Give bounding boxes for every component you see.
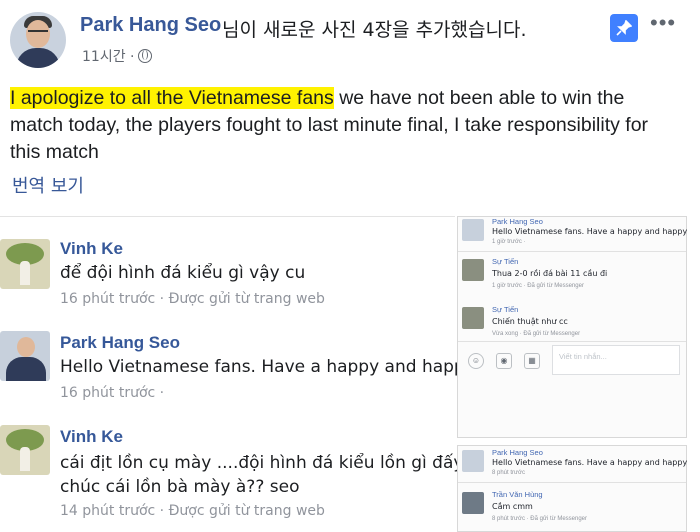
comment-meta: 14 phút trước · Được gửi từ trang web bbox=[60, 503, 325, 519]
comment-meta: 16 phút trước · bbox=[60, 385, 165, 401]
commenter-name[interactable]: Vinh Ke bbox=[60, 239, 123, 259]
message-text: Cắm cmm bbox=[492, 502, 533, 511]
message-sender: Park Hang Seo bbox=[492, 217, 543, 226]
author-avatar[interactable] bbox=[10, 12, 66, 68]
message-text: Hello Vietnamese fans. Have a happy and … bbox=[492, 458, 688, 467]
message-sender: Park Hang Seo bbox=[492, 448, 543, 457]
message-avatar bbox=[462, 259, 484, 281]
message-time: 1 giờ trước · bbox=[492, 239, 526, 245]
globe-icon bbox=[138, 49, 153, 63]
pin-icon[interactable] bbox=[610, 14, 638, 42]
message-time: 8 phút trước · Đã gửi từ Messenger bbox=[492, 516, 588, 522]
message-text: Thua 2-0 rồi đá bài 11 cầu đi bbox=[492, 269, 608, 278]
message-avatar bbox=[462, 450, 484, 472]
message-time: Vừa xong · Đã gửi từ Messenger bbox=[492, 331, 581, 337]
message-avatar bbox=[462, 492, 484, 514]
post-header-suffix: 님이 새로운 사진 4장을 추가했습니다. bbox=[222, 19, 527, 41]
see-translation-link[interactable]: 번역 보기 bbox=[12, 172, 84, 198]
commenter-name[interactable]: Park Hang Seo bbox=[60, 333, 180, 353]
messenger-screenshot-2: Park Hang Seo Hello Vietnamese fans. Hav… bbox=[457, 445, 687, 532]
commenter-avatar[interactable] bbox=[0, 425, 50, 475]
comment-meta: 16 phút trước · Được gửi từ trang web bbox=[60, 291, 325, 307]
comment-text: để đội hình đá kiểu gì vậy cu bbox=[60, 263, 306, 283]
divider bbox=[458, 251, 686, 252]
messenger-screenshot-1: Park Hang Seo Hello Vietnamese fans. Hav… bbox=[457, 216, 687, 438]
message-text: Chiến thuật như cc bbox=[492, 317, 568, 326]
commenter-avatar[interactable] bbox=[0, 239, 50, 289]
message-sender: Trần Văn Hùng bbox=[492, 490, 543, 499]
post-time[interactable]: 11시간 · bbox=[82, 49, 134, 65]
commenter-name[interactable]: Vinh Ke bbox=[60, 427, 123, 447]
post-text-highlight: I apologize to all the Vietnamese fans bbox=[10, 87, 334, 109]
comment-text-line2: chúc cái lồn bà mày à?? seo bbox=[60, 477, 300, 497]
message-sender: Sự Tiến bbox=[492, 257, 519, 266]
message-time: 8 phút trước bbox=[492, 470, 525, 476]
message-sender: Sự Tiến bbox=[492, 305, 519, 314]
comment-text: Hello Vietnamese fans. Have a happy and … bbox=[60, 357, 465, 377]
message-time: 1 giờ trước · Đã gửi từ Messenger bbox=[492, 283, 584, 289]
sticker-icon[interactable]: ▦ bbox=[524, 353, 540, 369]
more-options-icon[interactable]: ••• bbox=[650, 10, 676, 36]
comment-text: cái địt lồn cụ mày ....đội hình đá kiểu … bbox=[60, 453, 464, 473]
commenter-avatar[interactable] bbox=[0, 331, 50, 381]
emoji-icon[interactable]: ☺ bbox=[468, 353, 484, 369]
camera-icon[interactable]: ◉ bbox=[496, 353, 512, 369]
divider bbox=[458, 341, 686, 342]
message-input[interactable]: Viết tin nhắn... bbox=[552, 345, 680, 375]
divider bbox=[458, 482, 686, 483]
author-name[interactable]: Park Hang Seo bbox=[80, 14, 221, 37]
message-avatar bbox=[462, 307, 484, 329]
message-avatar bbox=[462, 219, 484, 241]
message-input-placeholder: Viết tin nhắn... bbox=[559, 352, 607, 361]
post-meta: 11시간 · bbox=[82, 46, 153, 66]
message-text: Hello Vietnamese fans. Have a happy and … bbox=[492, 227, 688, 236]
comments-screenshot: Vinh Ke để đội hình đá kiểu gì vậy cu 16… bbox=[0, 216, 465, 531]
post-text: I apologize to all the Vietnamese fans w… bbox=[10, 85, 680, 166]
